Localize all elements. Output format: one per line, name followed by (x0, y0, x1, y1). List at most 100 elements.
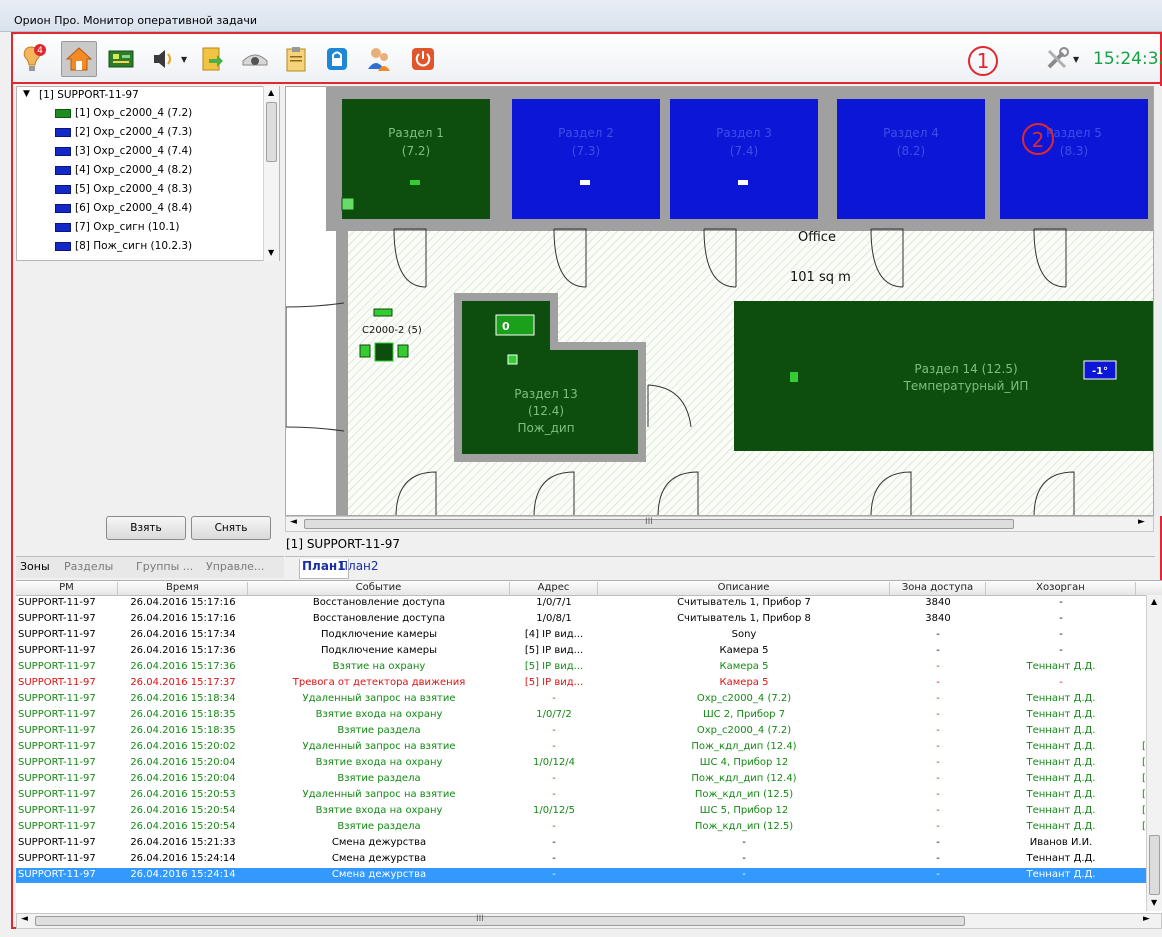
scroll-down-icon[interactable]: ▼ (268, 248, 274, 257)
scroll-up-icon[interactable]: ▲ (268, 88, 274, 97)
room-4[interactable] (837, 99, 985, 219)
tree-scroll-thumb[interactable] (266, 102, 277, 162)
event-cell-desc: ШС 2, Прибор 7 (702, 709, 786, 720)
settings-dropdown-icon[interactable]: ▼ (1073, 55, 1079, 64)
event-cell-owner: Теннант Д.Д. (1026, 853, 1096, 864)
section-state-icon (55, 223, 71, 232)
tree-scrollbar[interactable]: ▲ ▼ (263, 86, 279, 261)
event-row[interactable]: SUPPORT-11-97 26.04.2016 15:17:16 Восстано… (16, 612, 1146, 627)
event-row[interactable]: SUPPORT-11-97 26.04.2016 15:18:34 Удаленны… (16, 692, 1146, 707)
column-header[interactable]: Событие (248, 582, 510, 596)
plan-scroll-thumb[interactable]: III (304, 517, 1014, 529)
event-cell-zone: - (936, 869, 940, 880)
room-3[interactable] (670, 99, 818, 219)
event-row[interactable]: SUPPORT-11-97 26.04.2016 15:17:36 Подключе… (16, 644, 1146, 659)
scroll-right-icon[interactable]: ► (1138, 517, 1145, 527)
tab-groups[interactable]: Группы ... (136, 560, 193, 573)
event-row[interactable]: SUPPORT-11-97 26.04.2016 15:17:34 Подключе… (16, 628, 1146, 643)
room-1-sensor-icon[interactable] (341, 197, 355, 211)
plan-horizontal-scrollbar[interactable]: ◄ III ► (285, 516, 1154, 532)
room-2-addr: (7.3) (572, 144, 600, 158)
c2000-device-icon[interactable] (373, 308, 393, 317)
object-tree[interactable]: ▼ [1] SUPPORT-11-97 [1] Охр_с2000_4 (7.2… (16, 86, 280, 261)
scroll-left-icon[interactable]: ◄ (21, 914, 28, 924)
alarm-lamp-button[interactable]: 4 (17, 41, 53, 77)
sound-dropdown-icon[interactable]: ▼ (181, 55, 187, 64)
tree-item-label: [5] Охр_с2000_4 (8.3) (75, 183, 193, 195)
event-row[interactable]: SUPPORT-11-97 26.04.2016 15:17:16 Восстано… (16, 596, 1146, 611)
event-log[interactable]: РМ Время Событие Адрес Описание Зона доступа Х… (16, 580, 1162, 913)
event-vertical-scrollbar[interactable]: ▲ ▼ (1146, 595, 1162, 911)
event-cell-pm: SUPPORT-11-97 (18, 773, 96, 784)
column-header[interactable]: РМ (16, 582, 118, 596)
room-1[interactable] (342, 99, 490, 219)
column-header[interactable]: Хозорган (986, 582, 1136, 596)
event-scroll-thumb-h[interactable]: III (35, 914, 965, 926)
clipboard-icon (286, 47, 306, 72)
room-sensor-icon[interactable] (738, 180, 748, 185)
room-5[interactable] (1000, 99, 1148, 219)
plan-vertical-scrollbar[interactable] (1154, 86, 1162, 516)
section-state-icon (55, 109, 71, 118)
event-cell-time: 26.04.2016 15:17:16 (130, 613, 236, 624)
event-row[interactable]: SUPPORT-11-97 26.04.2016 15:24:14 Смена де… (16, 868, 1162, 883)
camera-button[interactable] (237, 41, 273, 77)
column-header[interactable]: Адрес (510, 582, 598, 596)
device-board-icon (108, 50, 134, 68)
sound-button[interactable] (145, 41, 181, 77)
event-row[interactable]: SUPPORT-11-97 26.04.2016 15:20:04 Взятие в… (16, 756, 1152, 771)
event-cell-desc: Камера 5 (719, 645, 769, 656)
power-button[interactable] (405, 41, 441, 77)
home-button[interactable] (61, 41, 97, 77)
room-3-name: Раздел 3 (716, 126, 772, 140)
users-button[interactable] (361, 41, 397, 77)
door-controller-icon[interactable] (374, 342, 394, 362)
column-header[interactable]: Время (118, 582, 248, 596)
device-board-button[interactable] (103, 41, 139, 77)
column-header[interactable]: Зона доступа (890, 582, 986, 596)
room-2[interactable] (512, 99, 660, 219)
reader-right-icon[interactable] (397, 344, 409, 358)
event-cell-addr: [5] IP вид... (524, 645, 584, 656)
event-row[interactable]: SUPPORT-11-97 26.04.2016 15:21:33 Смена де… (16, 836, 1146, 851)
event-scroll-thumb[interactable] (1149, 835, 1160, 895)
scroll-up-icon[interactable]: ▲ (1151, 597, 1157, 606)
event-row[interactable]: SUPPORT-11-97 26.04.2016 15:24:14 Смена де… (16, 852, 1146, 867)
event-row[interactable]: SUPPORT-11-97 26.04.2016 15:20:54 Взятие р… (16, 820, 1146, 835)
heat-detector-icon[interactable] (790, 372, 798, 382)
scroll-right-icon[interactable]: ► (1143, 914, 1150, 924)
journal-button[interactable] (278, 41, 314, 77)
tab-plan2[interactable]: План2 (337, 559, 381, 573)
settings-button[interactable] (1039, 41, 1075, 77)
reader-left-icon[interactable] (359, 344, 371, 358)
floor-plan[interactable]: Раздел 1 (7.2) Раздел 2 (7.3) Раздел 3 (7.4) Р… (285, 86, 1154, 516)
scroll-down-icon[interactable]: ▼ (1151, 898, 1157, 907)
smoke-detector-icon[interactable] (507, 354, 518, 365)
event-cell-time: 26.04.2016 15:20:54 (130, 805, 236, 816)
room-sensor-icon[interactable] (410, 180, 420, 185)
remove-button[interactable]: Снять (191, 516, 271, 540)
event-row[interactable]: SUPPORT-11-97 26.04.2016 15:18:35 Взятие в… (16, 708, 1146, 723)
tab-control[interactable]: Управле... (206, 560, 264, 573)
export-button[interactable] (193, 41, 229, 77)
section-state-icon (55, 128, 71, 137)
expand-arrow-icon[interactable]: ▼ (23, 89, 30, 99)
lock-button[interactable] (319, 41, 355, 77)
column-header[interactable]: Описание (598, 582, 890, 596)
event-horizontal-scrollbar[interactable]: ◄ III ► (16, 913, 1162, 929)
event-row[interactable]: SUPPORT-11-97 26.04.2016 15:20:04 Взятие р… (16, 772, 1152, 787)
event-row[interactable]: SUPPORT-11-97 26.04.2016 15:17:37 Тревога … (16, 676, 1146, 691)
event-cell-zone: - (936, 741, 940, 752)
event-cell-owner: - (1059, 645, 1063, 656)
event-row[interactable]: SUPPORT-11-97 26.04.2016 15:20:02 Удаленны… (16, 740, 1152, 755)
event-row[interactable]: SUPPORT-11-97 26.04.2016 15:20:53 Удаленны… (16, 788, 1146, 803)
event-row[interactable]: SUPPORT-11-97 26.04.2016 15:20:54 Взятие в… (16, 804, 1146, 819)
tab-zones[interactable]: Зоны (20, 560, 50, 573)
take-button[interactable]: Взять (106, 516, 186, 540)
scroll-left-icon[interactable]: ◄ (290, 517, 297, 527)
tab-sections[interactable]: Разделы (64, 560, 113, 573)
room-sensor-icon[interactable] (580, 180, 590, 185)
event-cell-pm: SUPPORT-11-97 (18, 805, 96, 816)
event-row[interactable]: SUPPORT-11-97 26.04.2016 15:17:36 Взятие н… (16, 660, 1146, 675)
event-row[interactable]: SUPPORT-11-97 26.04.2016 15:18:35 Взятие р… (16, 724, 1146, 739)
